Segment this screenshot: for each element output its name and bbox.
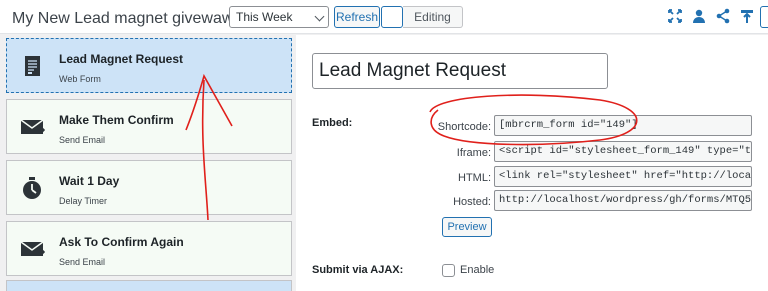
editing-label[interactable]: Editing [403, 6, 463, 28]
more-button[interactable] [760, 6, 768, 28]
refresh-button[interactable]: Refresh [334, 6, 380, 28]
form-icon [19, 53, 45, 79]
step-settings-panel: Lead Magnet Request Embed: Shortcode: [m… [296, 35, 768, 291]
step-title: Ask To Confirm Again [59, 235, 184, 249]
step-type: Delay Timer [59, 196, 108, 206]
export-icon[interactable] [739, 8, 755, 24]
hosted-field[interactable]: http://localhost/wordpress/gh/forms/MTQ5… [494, 190, 752, 211]
top-bar: My New Lead magnet givewaway This Week R… [0, 0, 768, 34]
step-type: Web Form [59, 74, 101, 84]
contacts-icon[interactable] [691, 8, 707, 24]
submit-ajax-label: Submit via AJAX: [312, 264, 404, 276]
step-type: Send Email [59, 135, 106, 145]
step-make-them-confirm[interactable]: Make Them Confirm Send Email [6, 99, 292, 154]
embed-label: Embed: [312, 117, 353, 129]
step-name-input[interactable]: Lead Magnet Request [312, 53, 608, 89]
enable-ajax-checkbox[interactable] [442, 264, 455, 277]
step-ask-to-confirm-again[interactable]: Ask To Confirm Again Send Email [6, 221, 292, 276]
step-lead-magnet-request[interactable]: Lead Magnet Request Web Form [6, 38, 292, 93]
step-title: Wait 1 Day [59, 174, 120, 188]
html-field[interactable]: <link rel="stylesheet" href="http://loca… [494, 166, 752, 187]
editing-toggle[interactable] [381, 6, 403, 28]
shortcode-field[interactable]: [mbrcrm_form id="149"] [494, 115, 752, 136]
period-select[interactable]: This Week [229, 6, 329, 28]
enable-label: Enable [460, 264, 495, 276]
step-wait-1-day[interactable]: Wait 1 Day Delay Timer [6, 160, 292, 215]
shortcode-label: Shortcode: [437, 121, 491, 133]
step-title: Make Them Confirm [59, 113, 174, 127]
funnel-title: My New Lead magnet givewaway [12, 10, 251, 27]
preview-button[interactable]: Preview [442, 217, 492, 237]
email-icon [19, 236, 46, 262]
email-icon [19, 114, 46, 140]
step-title: Lead Magnet Request [59, 52, 184, 66]
steps-sidebar: Lead Magnet Request Web Form Make Them C… [0, 35, 296, 291]
fullscreen-icon[interactable] [667, 8, 683, 24]
step-type: Send Email [59, 257, 106, 267]
html-label: HTML: [458, 172, 491, 184]
iframe-field[interactable]: <script id="stylesheet_form_149" type="t… [494, 141, 752, 162]
step-next-partial[interactable] [6, 280, 292, 291]
iframe-label: Iframe: [456, 147, 491, 159]
chevron-down-icon [314, 11, 325, 22]
hosted-label: Hosted: [453, 196, 491, 208]
period-select-value: This Week [236, 10, 293, 24]
timer-icon [19, 175, 45, 201]
share-icon[interactable] [715, 8, 731, 24]
